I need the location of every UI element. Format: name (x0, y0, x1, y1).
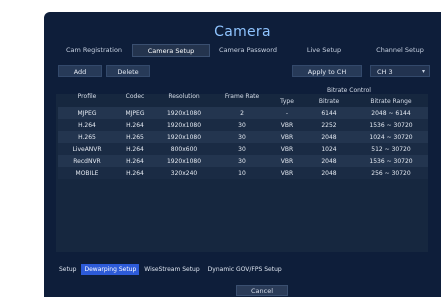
tab-camera-password[interactable]: Camera Password (210, 44, 286, 57)
cell-resolution: 1920x1080 (154, 119, 214, 131)
tab-wisestream-setup[interactable]: WiseStream Setup (141, 264, 202, 275)
tab-live-setup[interactable]: Live Setup (286, 44, 362, 57)
cell-bitrate: 6144 (304, 107, 354, 119)
tab-setup[interactable]: Setup (56, 264, 79, 275)
channel-select-value: CH 3 (377, 68, 393, 76)
col-bitrate: Bitrate (318, 98, 340, 105)
cell-bitrate: 2048 (304, 167, 354, 179)
cell-profile: MOBILE (58, 167, 116, 179)
chevron-down-icon: ▾ (421, 68, 425, 75)
profile-table: Profile Codec Resolution Frame Rate Bitr… (58, 85, 428, 179)
cell-type: VBR (270, 143, 304, 155)
page-title: Camera (214, 24, 271, 40)
apply-to-ch-button[interactable]: Apply to CH (292, 65, 362, 77)
cancel-button[interactable]: Cancel (236, 285, 288, 296)
cell-bitrate-range: 1024 ~ 30720 (354, 131, 428, 143)
cell-profile: H.264 (58, 119, 116, 131)
cell-frame-rate: 30 (214, 119, 270, 131)
cell-frame-rate: 30 (214, 155, 270, 167)
cell-resolution: 1920x1080 (154, 155, 214, 167)
cell-profile: RecdNVR (58, 155, 116, 167)
cell-bitrate: 2252 (304, 119, 354, 131)
cell-codec: H.264 (116, 143, 154, 155)
col-codec: Codec (125, 92, 145, 100)
cell-type: VBR (270, 167, 304, 179)
cell-codec: H.264 (116, 155, 154, 167)
delete-button[interactable]: Delete (106, 65, 150, 77)
cell-bitrate: 2048 (304, 131, 354, 143)
cell-resolution: 320x240 (154, 167, 214, 179)
col-resolution: Resolution (168, 92, 200, 100)
cell-frame-rate: 10 (214, 167, 270, 179)
cell-type: VBR (270, 155, 304, 167)
cell-codec: H.264 (116, 119, 154, 131)
tab-dewarping-setup[interactable]: Dewarping Setup (81, 264, 140, 275)
cell-codec: H.264 (116, 167, 154, 179)
cell-resolution: 1920x1080 (154, 107, 214, 119)
cell-type: VBR (270, 131, 304, 143)
cell-bitrate-range: 512 ~ 30720 (354, 143, 428, 155)
camera-dialog: Camera Cam Registration Camera Setup Cam… (44, 12, 441, 297)
cell-resolution: 1920x1080 (154, 131, 214, 143)
col-frame-rate: Frame Rate (224, 92, 260, 100)
cell-frame-rate: 30 (214, 131, 270, 143)
sub-setup-tabs: Setup Dewarping Setup WiseStream Setup D… (56, 264, 285, 275)
table-row[interactable]: RecdNVR H.264 1920x1080 30 VBR 2048 1536… (58, 155, 428, 167)
toolbar: Add Delete Apply to CH CH 3 ▾ (54, 65, 434, 77)
tab-cam-registration[interactable]: Cam Registration (56, 44, 132, 57)
cell-codec: MJPEG (116, 107, 154, 119)
channel-select[interactable]: CH 3 ▾ (370, 65, 430, 77)
cell-bitrate-range: 1536 ~ 30720 (354, 155, 428, 167)
table-row[interactable]: LiveANVR H.264 800x600 30 VBR 1024 512 ~… (58, 143, 428, 155)
col-bitrate-range: Bitrate Range (370, 98, 412, 105)
cell-codec: H.265 (116, 131, 154, 143)
cell-type: VBR (270, 119, 304, 131)
cell-bitrate-range: 256 ~ 30720 (354, 167, 428, 179)
cell-profile: H.265 (58, 131, 116, 143)
cell-bitrate: 1024 (304, 143, 354, 155)
table-row[interactable]: H.264 H.264 1920x1080 30 VBR 2252 1536 ~… (58, 119, 428, 131)
tab-dynamic-gov-fps-setup[interactable]: Dynamic GOV/FPS Setup (205, 264, 285, 275)
col-profile: Profile (77, 92, 97, 100)
table-row[interactable]: MOBILE H.264 320x240 10 VBR 2048 256 ~ 3… (58, 167, 428, 179)
cell-resolution: 800x600 (154, 143, 214, 155)
cell-bitrate: 2048 (304, 155, 354, 167)
table-row[interactable]: H.265 H.265 1920x1080 30 VBR 2048 1024 ~… (58, 131, 428, 143)
table-row[interactable]: MJPEG MJPEG 1920x1080 2 - 6144 2048 ~ 61… (58, 107, 428, 119)
col-type: Type (280, 98, 294, 105)
cell-profile: LiveANVR (58, 143, 116, 155)
cell-bitrate-range: 2048 ~ 6144 (354, 107, 428, 119)
bitrate-control-header: Bitrate Control (327, 87, 371, 94)
cell-bitrate-range: 1536 ~ 30720 (354, 119, 428, 131)
cell-profile: MJPEG (58, 107, 116, 119)
tab-channel-setup[interactable]: Channel Setup (362, 44, 438, 57)
cell-frame-rate: 2 (214, 107, 270, 119)
top-tab-bar: Cam Registration Camera Setup Camera Pas… (56, 44, 438, 57)
cell-frame-rate: 30 (214, 143, 270, 155)
add-button[interactable]: Add (58, 65, 102, 77)
cell-type: - (270, 107, 304, 119)
tab-camera-setup[interactable]: Camera Setup (132, 44, 210, 57)
